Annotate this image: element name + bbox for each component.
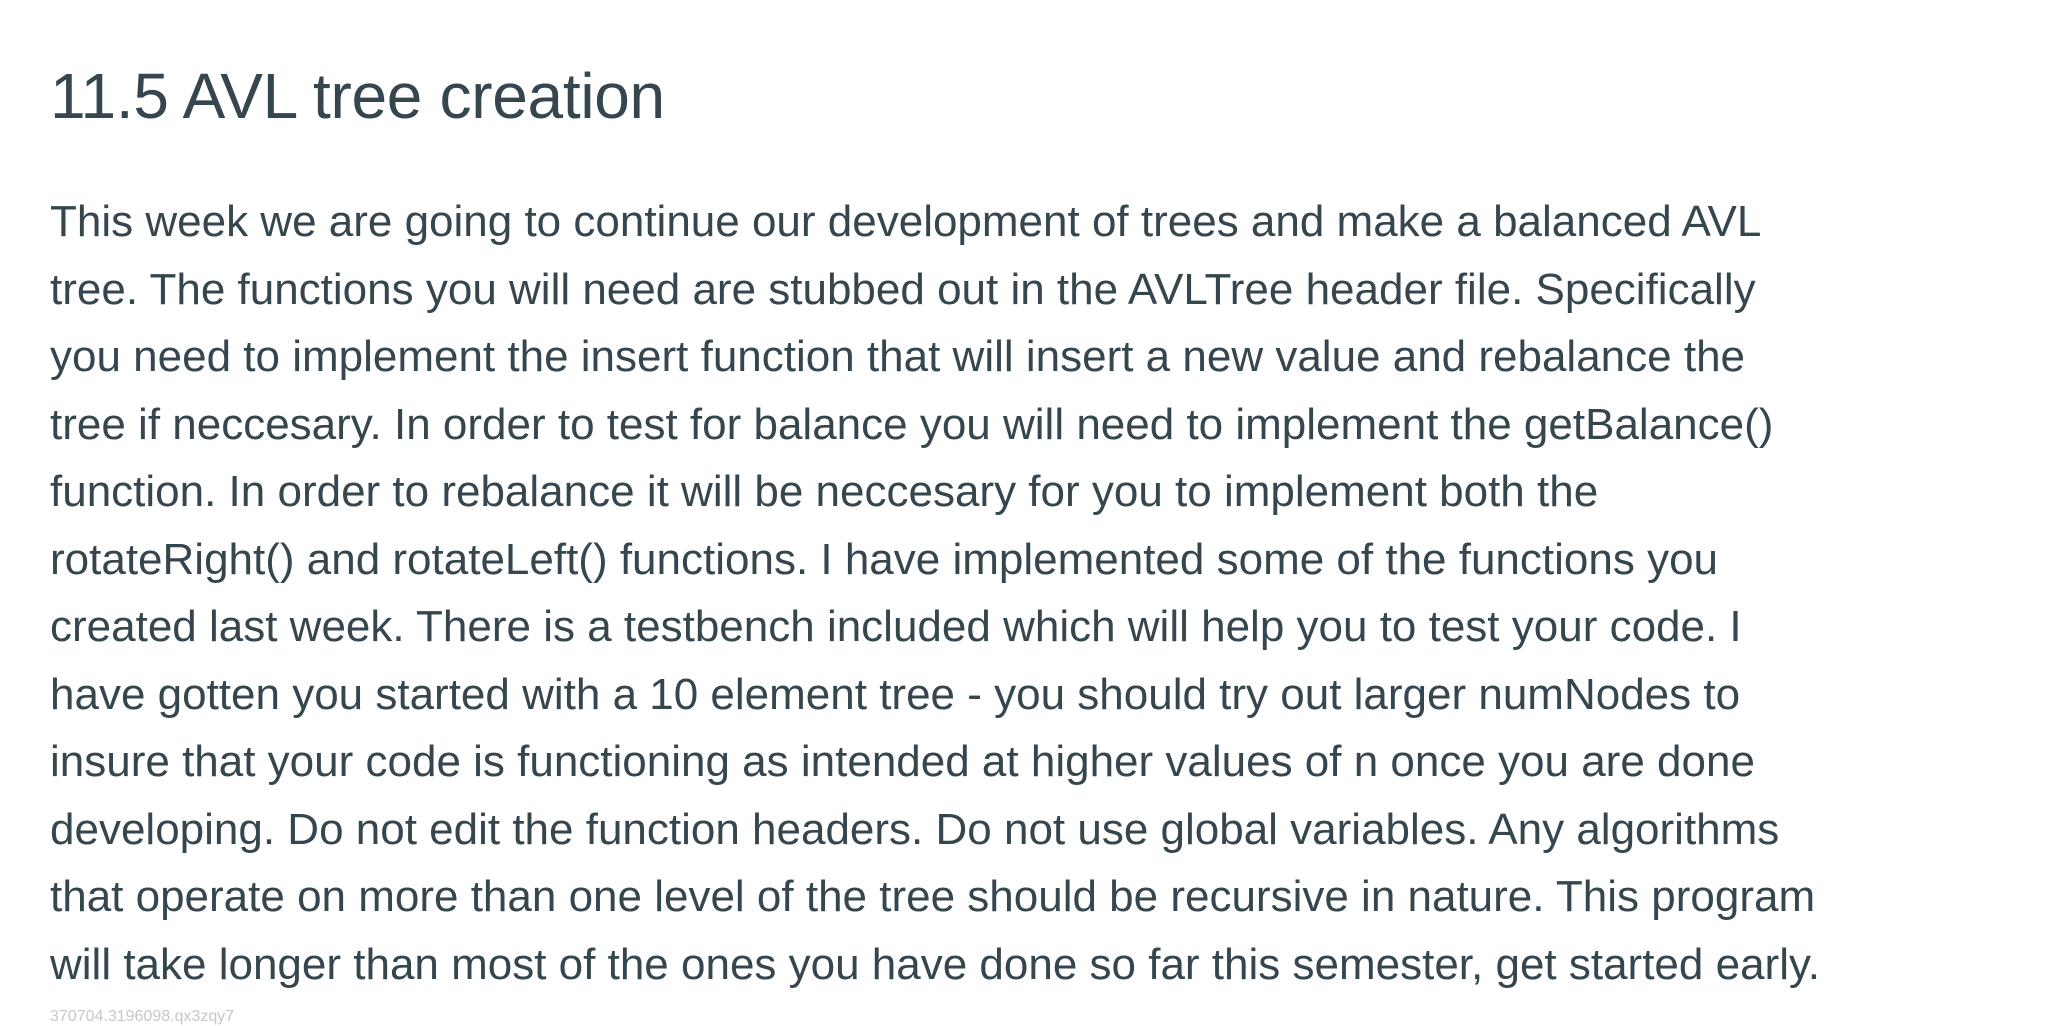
instructions-paragraph: This week we are going to continue our d… (50, 188, 2040, 998)
paragraph-line: have gotten you started with a 10 elemen… (50, 669, 1741, 719)
paragraph-line: rotateRight() and rotateLeft() functions… (50, 534, 1719, 584)
paragraph-line: that operate on more than one level of t… (50, 872, 1816, 921)
paragraph-line: developing. Do not edit the function hea… (50, 804, 1780, 854)
paragraph-line: tree. The functions you will need are st… (50, 264, 1756, 314)
paragraph-line: insure that your code is functioning as … (50, 737, 1755, 786)
content-id-label: 370704.3196098.qx3zqy7 (50, 1008, 235, 1025)
paragraph-line: This week we are going to continue our d… (50, 197, 1762, 246)
page-title: 11.5 AVL tree creation (50, 60, 665, 132)
paragraph-line: tree if neccesary. In order to test for … (50, 399, 1774, 449)
content-area: 11.5 AVL tree creation This week we are … (50, 0, 2040, 998)
paragraph-line: function. In order to rebalance it will … (50, 467, 1599, 516)
paragraph-line: created last week. There is a testbench … (50, 602, 1742, 651)
paragraph-line: will take longer than most of the ones y… (50, 939, 1820, 989)
paragraph-line: you need to implement the insert functio… (50, 332, 1746, 381)
